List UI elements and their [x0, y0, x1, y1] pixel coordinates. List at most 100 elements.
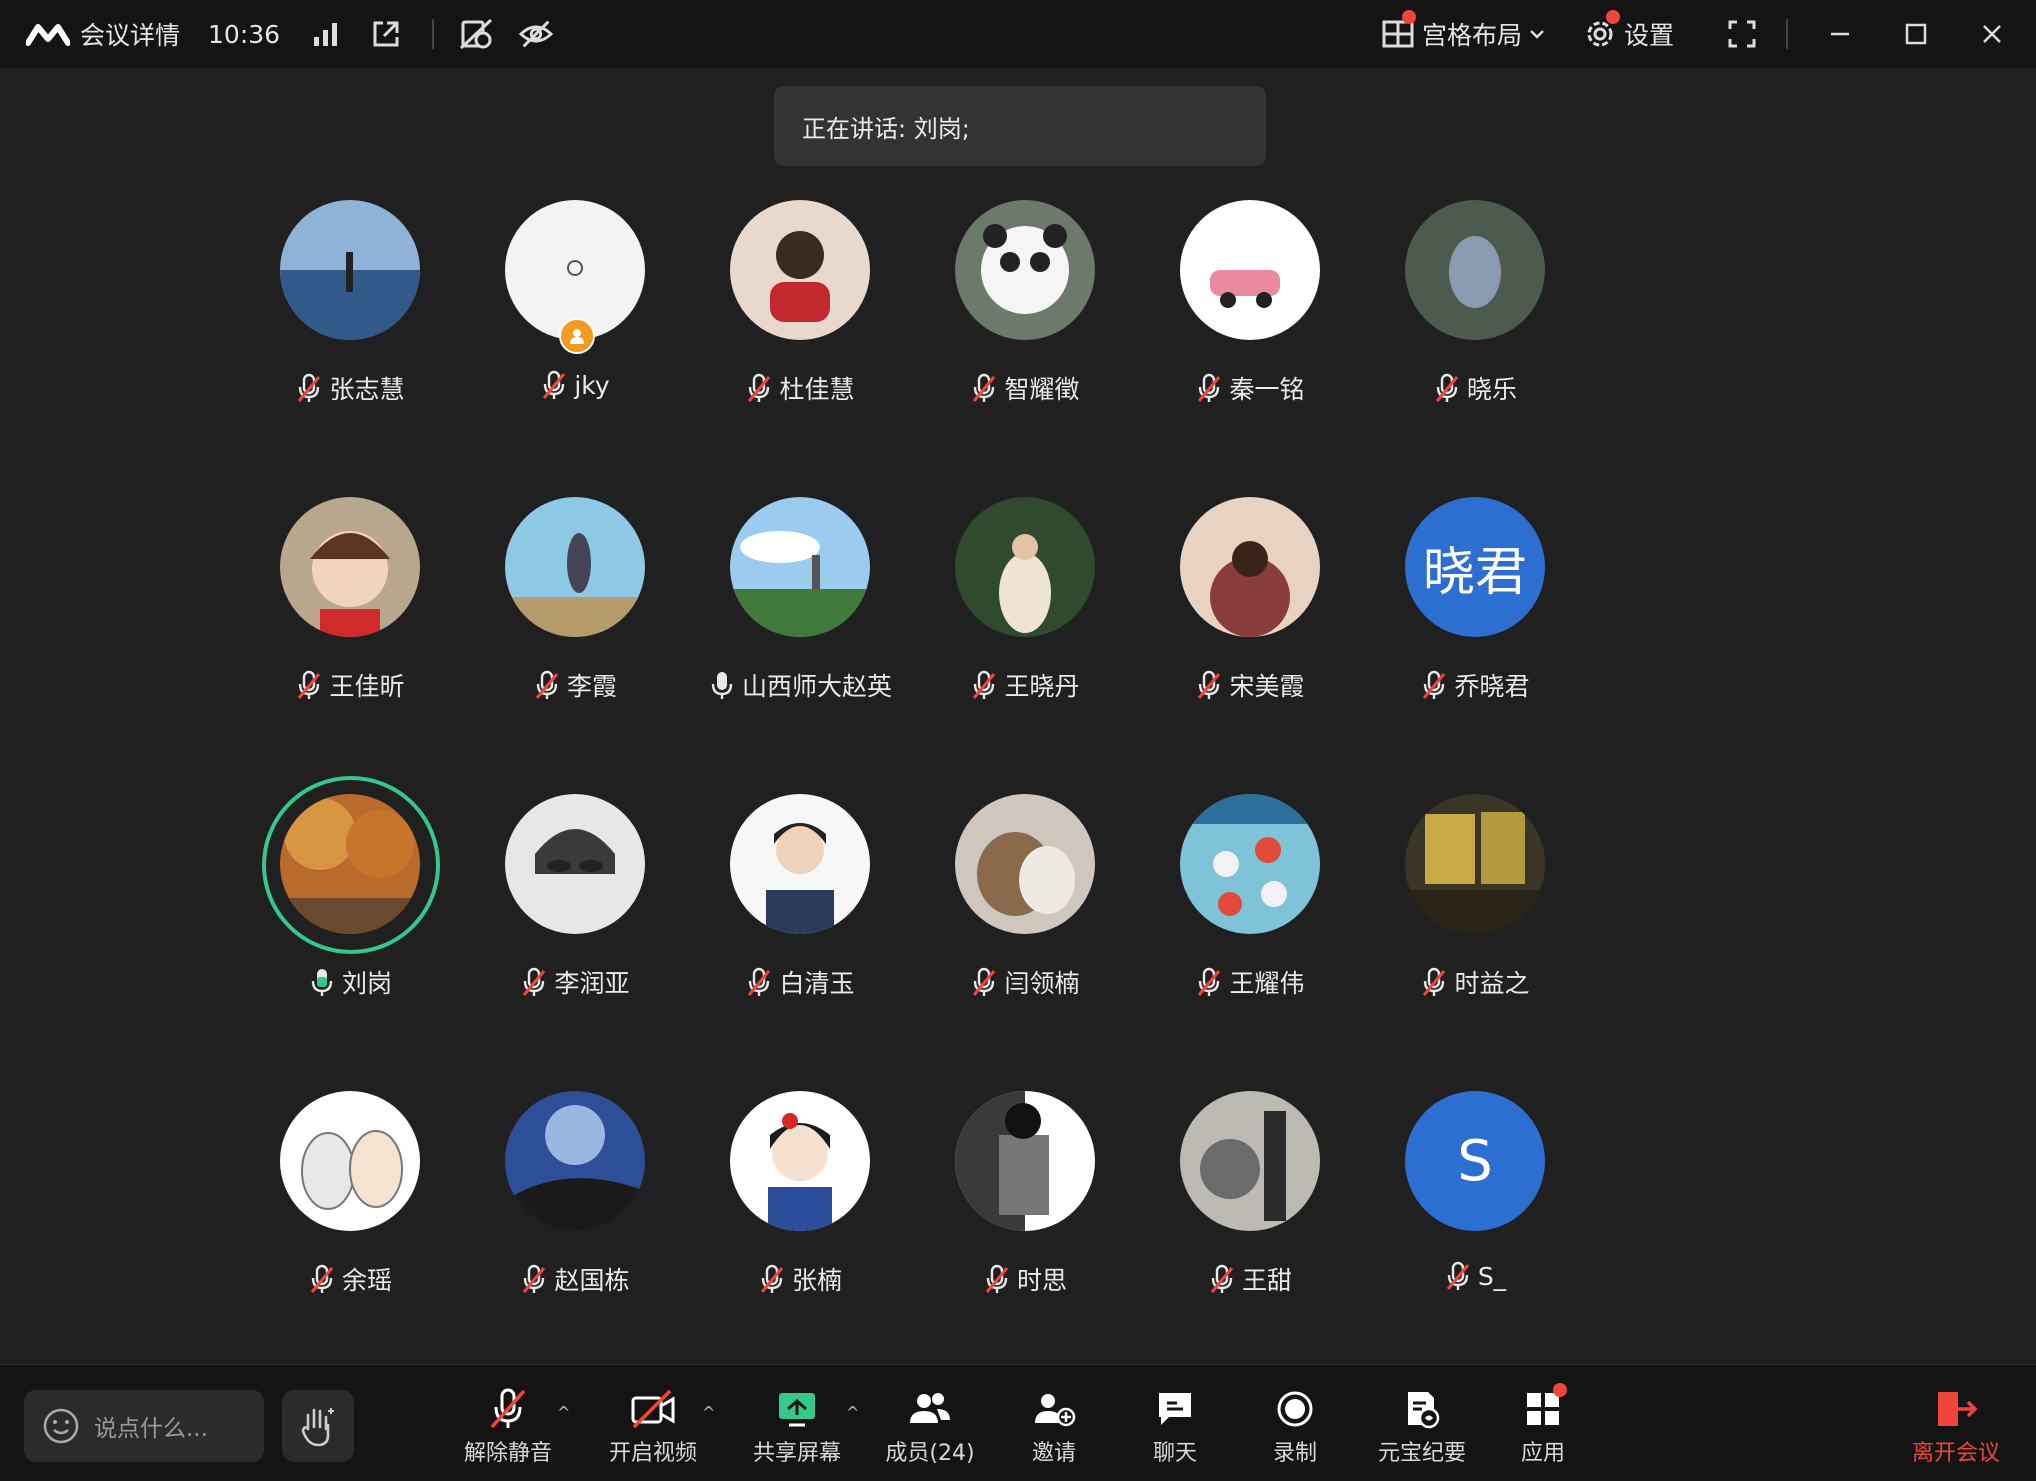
- participant-name: 赵国栋: [554, 1266, 630, 1295]
- apps-button[interactable]: 应用: [1503, 1383, 1583, 1467]
- participant-name: 余瑶: [341, 1266, 392, 1295]
- participant-tile[interactable]: 时益之: [1327, 794, 1623, 1014]
- participant-avatar[interactable]: [505, 497, 645, 637]
- avatar-image: [505, 497, 645, 637]
- mic-muted-icon: [308, 1264, 336, 1294]
- participant-avatar[interactable]: [730, 200, 870, 340]
- participant-avatar[interactable]: [280, 200, 420, 340]
- apps-notification-dot: [1553, 1383, 1567, 1397]
- participant-name: 山西师大赵英: [741, 672, 892, 701]
- share-screen-button[interactable]: 共享屏幕: [752, 1387, 842, 1467]
- leave-meeting-label: 离开会议: [1911, 1441, 2000, 1466]
- participant-name: 宋美霞: [1229, 672, 1305, 701]
- participant-name-row: 晓乐: [1327, 370, 1623, 406]
- mic-muted-icon: [520, 1264, 548, 1294]
- audio-options-caret[interactable]: ^: [557, 1403, 570, 1422]
- host-badge-icon: [559, 318, 595, 354]
- participant-name: 杜佳慧: [779, 375, 855, 404]
- mic-icon: [708, 670, 736, 700]
- mic-muted-icon: [745, 373, 773, 403]
- mic-muted-icon: [1433, 373, 1461, 403]
- ai-notes-icon: [1408, 1392, 1440, 1429]
- participant-name: 李霞: [566, 672, 617, 701]
- mic-muted-icon: [1420, 967, 1448, 997]
- participant-avatar[interactable]: [280, 1091, 420, 1231]
- participant-avatar[interactable]: [280, 497, 420, 637]
- chat-label: 聊天: [1152, 1441, 1197, 1466]
- participant-avatar[interactable]: [1405, 794, 1545, 934]
- participant-name-row: 乔晓君: [1327, 667, 1623, 703]
- emoji-icon[interactable]: [42, 1407, 80, 1445]
- record-button[interactable]: 录制: [1255, 1387, 1335, 1467]
- mic-muted-icon: [1420, 670, 1448, 700]
- participant-avatar[interactable]: [730, 794, 870, 934]
- participant-tile[interactable]: S S_: [1327, 1091, 1623, 1311]
- participant-avatar[interactable]: S: [1405, 1091, 1545, 1231]
- record-label: 录制: [1272, 1441, 1317, 1466]
- chat-button[interactable]: 聊天: [1135, 1387, 1215, 1467]
- avatar-image: [730, 1091, 870, 1231]
- avatar-image: [955, 1091, 1095, 1231]
- share-options-caret[interactable]: ^: [846, 1403, 859, 1422]
- participant-avatar[interactable]: [730, 1091, 870, 1231]
- avatar-image: [955, 794, 1095, 934]
- unmute-button[interactable]: 解除静音: [463, 1387, 553, 1467]
- participant-name: 刘岗: [341, 969, 392, 998]
- avatar-image: [280, 1091, 420, 1231]
- yuanbao-summary-button[interactable]: 元宝纪要: [1372, 1387, 1472, 1467]
- chat-placeholder: 说点什么...: [94, 1416, 208, 1442]
- participant-avatar[interactable]: [505, 1091, 645, 1231]
- avatar-image: [1180, 794, 1320, 934]
- participant-avatar[interactable]: [1180, 200, 1320, 340]
- mic-muted-icon: [540, 370, 568, 400]
- mic-muted-icon: [295, 670, 323, 700]
- participant-avatar[interactable]: [280, 794, 420, 934]
- yuanbao-summary-label: 元宝纪要: [1377, 1441, 1466, 1466]
- mic-muted-icon: [295, 373, 323, 403]
- quick-chat-input[interactable]: 说点什么...: [24, 1390, 264, 1462]
- mic-icon: [308, 967, 336, 997]
- avatar-image: [505, 794, 645, 934]
- participant-name: jky: [574, 370, 610, 400]
- video-options-caret[interactable]: ^: [702, 1403, 715, 1422]
- participant-tile[interactable]: 晓乐: [1327, 200, 1623, 420]
- participant-name: 李润亚: [554, 969, 630, 998]
- participant-name: 智耀徵: [1004, 375, 1080, 404]
- participant-avatar[interactable]: [955, 1091, 1095, 1231]
- participant-avatar[interactable]: [955, 497, 1095, 637]
- leave-meeting-button[interactable]: 离开会议: [1906, 1387, 2006, 1467]
- participant-name: 闫领楠: [1004, 969, 1080, 998]
- participant-avatar[interactable]: [1405, 200, 1545, 340]
- participant-avatar[interactable]: [1180, 1091, 1320, 1231]
- participant-name: 乔晓君: [1454, 672, 1530, 701]
- participant-name: 晓乐: [1466, 375, 1517, 404]
- participant-name: 王佳昕: [329, 672, 405, 701]
- participant-avatar[interactable]: 晓君: [1405, 497, 1545, 637]
- participant-avatar[interactable]: [955, 200, 1095, 340]
- participant-name-row: S_: [1327, 1261, 1623, 1291]
- participant-avatar[interactable]: [730, 497, 870, 637]
- avatar-initials: 晓君: [1422, 542, 1527, 603]
- participant-tile[interactable]: 晓君乔晓君: [1327, 497, 1623, 717]
- participant-avatar[interactable]: [955, 794, 1095, 934]
- mic-muted-icon: [533, 670, 561, 700]
- exit-door-icon: [1938, 1392, 1978, 1426]
- raise-hand-icon: [301, 1408, 334, 1447]
- unmute-label: 解除静音: [463, 1441, 552, 1466]
- mic-muted-icon: [983, 1264, 1011, 1294]
- participant-avatar[interactable]: [1180, 497, 1320, 637]
- start-video-label: 开启视频: [608, 1441, 697, 1466]
- participant-name: 时益之: [1454, 969, 1530, 998]
- share-screen-label: 共享屏幕: [752, 1441, 841, 1466]
- participant-name: 王耀伟: [1229, 969, 1305, 998]
- members-button[interactable]: 成员(24): [880, 1387, 980, 1467]
- participant-avatar[interactable]: [505, 794, 645, 934]
- raise-hand-button[interactable]: [282, 1390, 354, 1462]
- participant-avatar[interactable]: [1180, 794, 1320, 934]
- avatar-image: [280, 200, 420, 340]
- participant-name: S_: [1477, 1261, 1507, 1291]
- record-icon: [1277, 1391, 1313, 1427]
- invite-button[interactable]: 邀请: [1014, 1387, 1094, 1467]
- start-video-button[interactable]: 开启视频: [608, 1387, 698, 1467]
- members-label: 成员(24): [885, 1441, 975, 1466]
